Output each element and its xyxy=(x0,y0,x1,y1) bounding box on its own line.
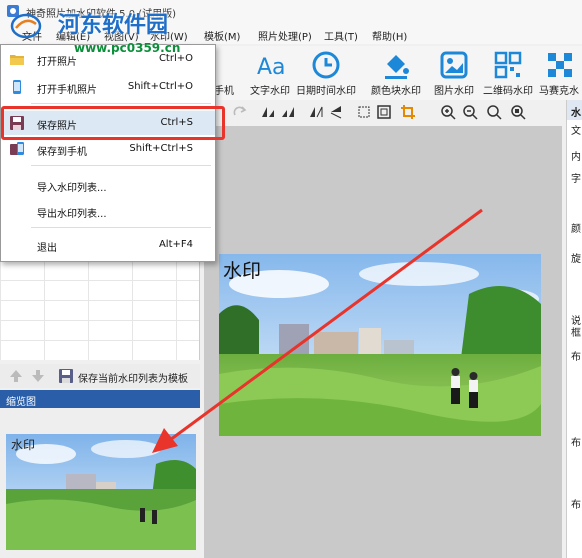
menu-export-watermark-list-label: 导出水印列表... xyxy=(37,209,107,220)
preview-photo[interactable]: 水印 xyxy=(219,254,541,436)
thumbnail-header-label: 缩览图 xyxy=(6,397,36,408)
redo-icon[interactable] xyxy=(232,104,248,120)
watermark-list-actions: 保存当前水印列表为模板 xyxy=(0,364,200,388)
color-block-watermark-label: 颜色块水印 xyxy=(371,86,421,97)
menu-import-watermark-list-label: 导入水印列表... xyxy=(37,183,107,194)
phone-icon xyxy=(13,80,21,94)
zoom-out-icon[interactable] xyxy=(462,104,478,120)
menu-exit-label: 退出 xyxy=(37,243,57,254)
site-watermark-name: 河东软件园 xyxy=(58,12,169,38)
zoom-actual-icon[interactable] xyxy=(510,104,526,120)
image-watermark-label: 图片水印 xyxy=(434,86,474,97)
site-watermark-url: www.pc0359.cn xyxy=(74,41,181,55)
save-to-phone-icon xyxy=(10,142,24,155)
color-block-watermark-button[interactable]: 颜色块水印 xyxy=(366,46,426,100)
qrcode-icon xyxy=(494,51,522,79)
qrcode-watermark-button[interactable]: 二维码水印 xyxy=(478,46,538,100)
crop-icon[interactable] xyxy=(400,104,416,120)
svg-text:Aa: Aa xyxy=(257,55,285,80)
fit-frame-icon[interactable] xyxy=(376,104,392,120)
text-watermark-label: 文字水印 xyxy=(250,86,290,97)
menu-open-phone-photo[interactable]: 打开手机照片 Shift+Ctrl+O xyxy=(1,75,215,99)
clock-icon xyxy=(312,51,340,79)
property-label: 颜 xyxy=(571,224,581,235)
menu-help[interactable]: 帮助(H) xyxy=(372,28,407,43)
menu-tools[interactable]: 工具(T) xyxy=(324,28,358,43)
canvas-watermark-text[interactable]: 水印 xyxy=(223,256,261,283)
thumbnail-watermark-text: 水印 xyxy=(11,438,36,452)
menu-open-phone-photo-shortcut: Shift+Ctrl+O xyxy=(127,81,193,92)
text-watermark-button[interactable]: Aa 文字水印 xyxy=(240,46,300,100)
property-label: 字 xyxy=(571,174,581,185)
move-down-icon[interactable] xyxy=(30,368,46,384)
menu-separator xyxy=(31,165,211,166)
zoom-fit-icon[interactable] xyxy=(486,104,502,120)
thumbnail-image[interactable]: 水印 xyxy=(6,434,196,550)
open-folder-icon xyxy=(10,55,24,65)
crop-frame-icon[interactable] xyxy=(356,104,372,120)
image-watermark-button[interactable]: 图片水印 xyxy=(424,46,484,100)
property-label: 布 xyxy=(571,438,581,449)
menu-save-to-phone[interactable]: 保存到手机 Shift+Ctrl+S xyxy=(1,137,215,161)
preview-photo-image xyxy=(219,254,541,436)
mosaic-watermark-label: 马赛克水 xyxy=(539,86,579,97)
highlight-box xyxy=(1,106,225,140)
menu-exit[interactable]: 退出 Alt+F4 xyxy=(1,233,215,257)
mosaic-icon xyxy=(548,53,572,77)
menu-export-watermark-list[interactable]: 导出水印列表... xyxy=(1,199,215,223)
watermark-list[interactable] xyxy=(0,260,200,360)
property-label: 文 xyxy=(571,126,581,137)
property-label: 布 xyxy=(571,500,581,511)
mirror-horizontal-icon[interactable] xyxy=(308,104,324,120)
menu-open-phone-photo-label: 打开手机照片 xyxy=(37,85,97,96)
property-label: 布 xyxy=(571,352,581,363)
menu-save-to-phone-label: 保存到手机 xyxy=(37,147,87,158)
paint-bucket-icon xyxy=(385,55,409,79)
properties-header: 水 xyxy=(567,100,582,120)
mosaic-watermark-button[interactable]: 马赛克水 xyxy=(536,46,582,100)
thumbnail-panel: 水印 xyxy=(0,408,200,558)
menu-import-watermark-list[interactable]: 导入水印列表... xyxy=(1,173,215,197)
datetime-watermark-button[interactable]: 日期时间水印 xyxy=(296,46,356,100)
properties-header-label: 水 xyxy=(571,108,581,119)
property-label: 框 xyxy=(571,328,581,339)
mirror-vertical-icon[interactable] xyxy=(328,104,344,120)
menu-separator xyxy=(31,103,211,104)
flip-left-icon[interactable] xyxy=(260,104,276,120)
thumbnail-header: 缩览图 xyxy=(0,390,200,408)
save-template-icon[interactable] xyxy=(58,368,74,384)
flip-right-icon[interactable] xyxy=(280,104,296,120)
toolbar: 手机 Aa 文字水印 日期时间水印 颜色块水印 图片水印 二维码水印 马赛克水 xyxy=(214,46,582,100)
move-up-icon[interactable] xyxy=(8,368,24,384)
zoom-in-icon[interactable] xyxy=(440,104,456,120)
properties-panel: 水 文 内 字 颜 旋 说 框 布 布 布 xyxy=(566,100,582,558)
site-logo-icon xyxy=(10,13,42,39)
menu-save-to-phone-shortcut: Shift+Ctrl+S xyxy=(129,143,193,154)
file-menu: 打开照片 Ctrl+O 打开手机照片 Shift+Ctrl+O 保存照片 Ctr… xyxy=(0,44,216,262)
qrcode-watermark-label: 二维码水印 xyxy=(483,86,533,97)
property-label: 内 xyxy=(571,152,581,163)
edit-toolbar xyxy=(216,100,566,124)
image-watermark-icon xyxy=(440,51,468,79)
menu-template[interactable]: 模板(M) xyxy=(204,28,240,43)
menu-open-photo-label: 打开照片 xyxy=(37,57,77,68)
datetime-watermark-label: 日期时间水印 xyxy=(296,86,356,97)
property-label: 旋 xyxy=(571,254,581,265)
text-watermark-icon: Aa xyxy=(257,55,285,80)
menu-photo-processing[interactable]: 照片处理(P) xyxy=(258,28,312,43)
menu-separator xyxy=(31,227,211,228)
save-template-button[interactable]: 保存当前水印列表为模板 xyxy=(78,370,188,385)
menu-exit-shortcut: Alt+F4 xyxy=(158,239,193,250)
